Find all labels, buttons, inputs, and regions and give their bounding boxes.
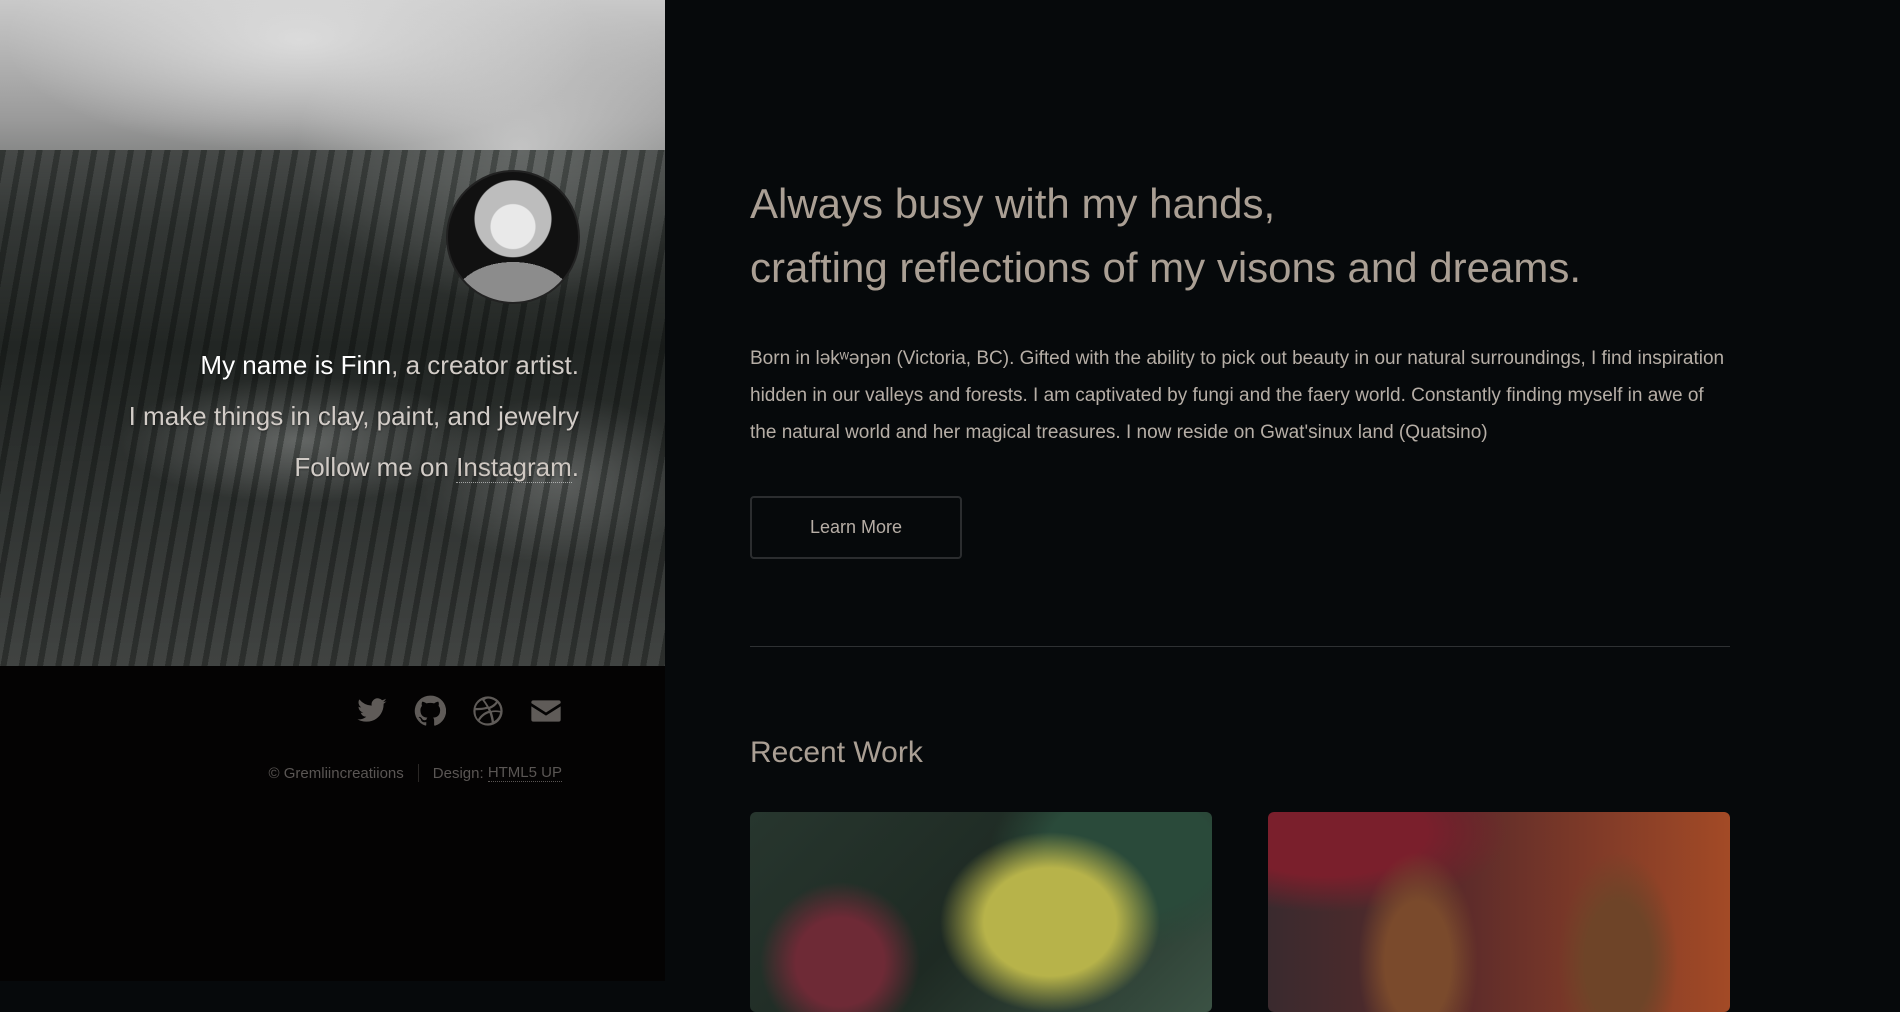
- learn-more-button[interactable]: Learn More: [750, 496, 962, 559]
- section-divider: [750, 646, 1730, 647]
- page-headline: Always busy with my hands, crafting refl…: [750, 172, 1730, 300]
- twitter-icon[interactable]: [353, 692, 391, 730]
- design-label: Design:: [432, 764, 484, 782]
- avatar: [446, 170, 580, 304]
- copyright-text: © Gremliincreatiions: [268, 764, 404, 782]
- social-links: [353, 692, 565, 732]
- work-thumbnail-moss[interactable]: [750, 812, 1212, 1012]
- sidebar: My name is Finn, a creator artist. I mak…: [0, 0, 665, 981]
- github-icon[interactable]: [411, 692, 449, 730]
- intro-line-2: I make things in clay, paint, and jewelr…: [128, 401, 579, 431]
- hero-forest-image: My name is Finn, a creator artist. I mak…: [0, 0, 665, 666]
- intro-name: My name is Finn: [200, 350, 392, 380]
- main-content: Always busy with my hands, crafting refl…: [750, 0, 1730, 1012]
- intro-text: My name is Finn, a creator artist. I mak…: [19, 340, 579, 493]
- envelope-icon[interactable]: [527, 692, 565, 730]
- work-thumbnail-jars[interactable]: [1268, 812, 1730, 1012]
- follow-suffix: .: [571, 452, 579, 482]
- headline-line-2: crafting reflections of my visons and dr…: [750, 244, 1582, 291]
- instagram-link[interactable]: Instagram: [456, 452, 572, 483]
- follow-prefix: Follow me on: [294, 452, 457, 482]
- bio-paragraph: Born in ləkʷəŋən (Victoria, BC). Gifted …: [750, 348, 1725, 443]
- intro-line-1: My name is Finn, a creator artist.: [19, 340, 579, 391]
- design-credit-link[interactable]: HTML5 UP: [487, 764, 562, 782]
- intro-tagline: , a creator artist.: [391, 350, 579, 380]
- intro-line-3: Follow me on Instagram.: [19, 442, 579, 493]
- footer-divider: [417, 764, 419, 782]
- headline-line-1: Always busy with my hands,: [750, 180, 1276, 227]
- footer-copyright: © Gremliincreatiions Design: HTML5 UP: [269, 764, 562, 782]
- dribbble-icon[interactable]: [469, 692, 507, 730]
- recent-work-title: Recent Work: [750, 736, 923, 769]
